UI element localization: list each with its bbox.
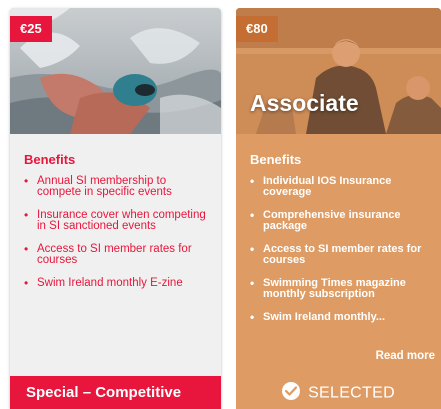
benefit-item: Access to SI member rates for courses <box>24 243 208 266</box>
benefit-item: Insurance cover when competing in SI san… <box>24 209 208 232</box>
benefit-item: Annual SI membership to compete in speci… <box>24 175 208 198</box>
benefits-list: Annual SI membership to compete in speci… <box>24 175 208 301</box>
select-membership-button[interactable]: Special – Competitive <box>10 376 221 409</box>
membership-card-associate[interactable]: €80 Associate Benefits Individual IOS In… <box>236 8 441 409</box>
price-badge: €25 <box>10 16 52 42</box>
benefit-item: Access to SI member rates for courses <box>250 244 434 266</box>
benefit-item: Individual IOS Insurance coverage <box>250 176 434 198</box>
selected-label: SELECTED <box>308 384 395 402</box>
tier-name: Associate <box>250 90 359 116</box>
benefits-heading: Benefits <box>250 152 302 167</box>
benefit-item: Comprehensive insurance package <box>250 210 434 232</box>
price-badge: €80 <box>236 16 278 42</box>
benefits-heading: Benefits <box>24 152 76 167</box>
benefit-item: Swim Ireland monthly... <box>250 312 434 324</box>
benefits-list: Individual IOS Insurance coverage Compre… <box>250 176 434 335</box>
benefit-item: Swimming Times magazine monthly subscrip… <box>250 278 434 300</box>
check-circle-icon <box>282 382 301 401</box>
membership-card-special-competitive[interactable]: €25 Benefits Annual SI membership to com… <box>10 8 221 409</box>
selected-membership-button[interactable]: SELECTED <box>236 376 441 409</box>
benefit-item: Swim Ireland monthly E-zine <box>24 277 208 289</box>
read-more-link[interactable]: Read more <box>376 350 435 362</box>
